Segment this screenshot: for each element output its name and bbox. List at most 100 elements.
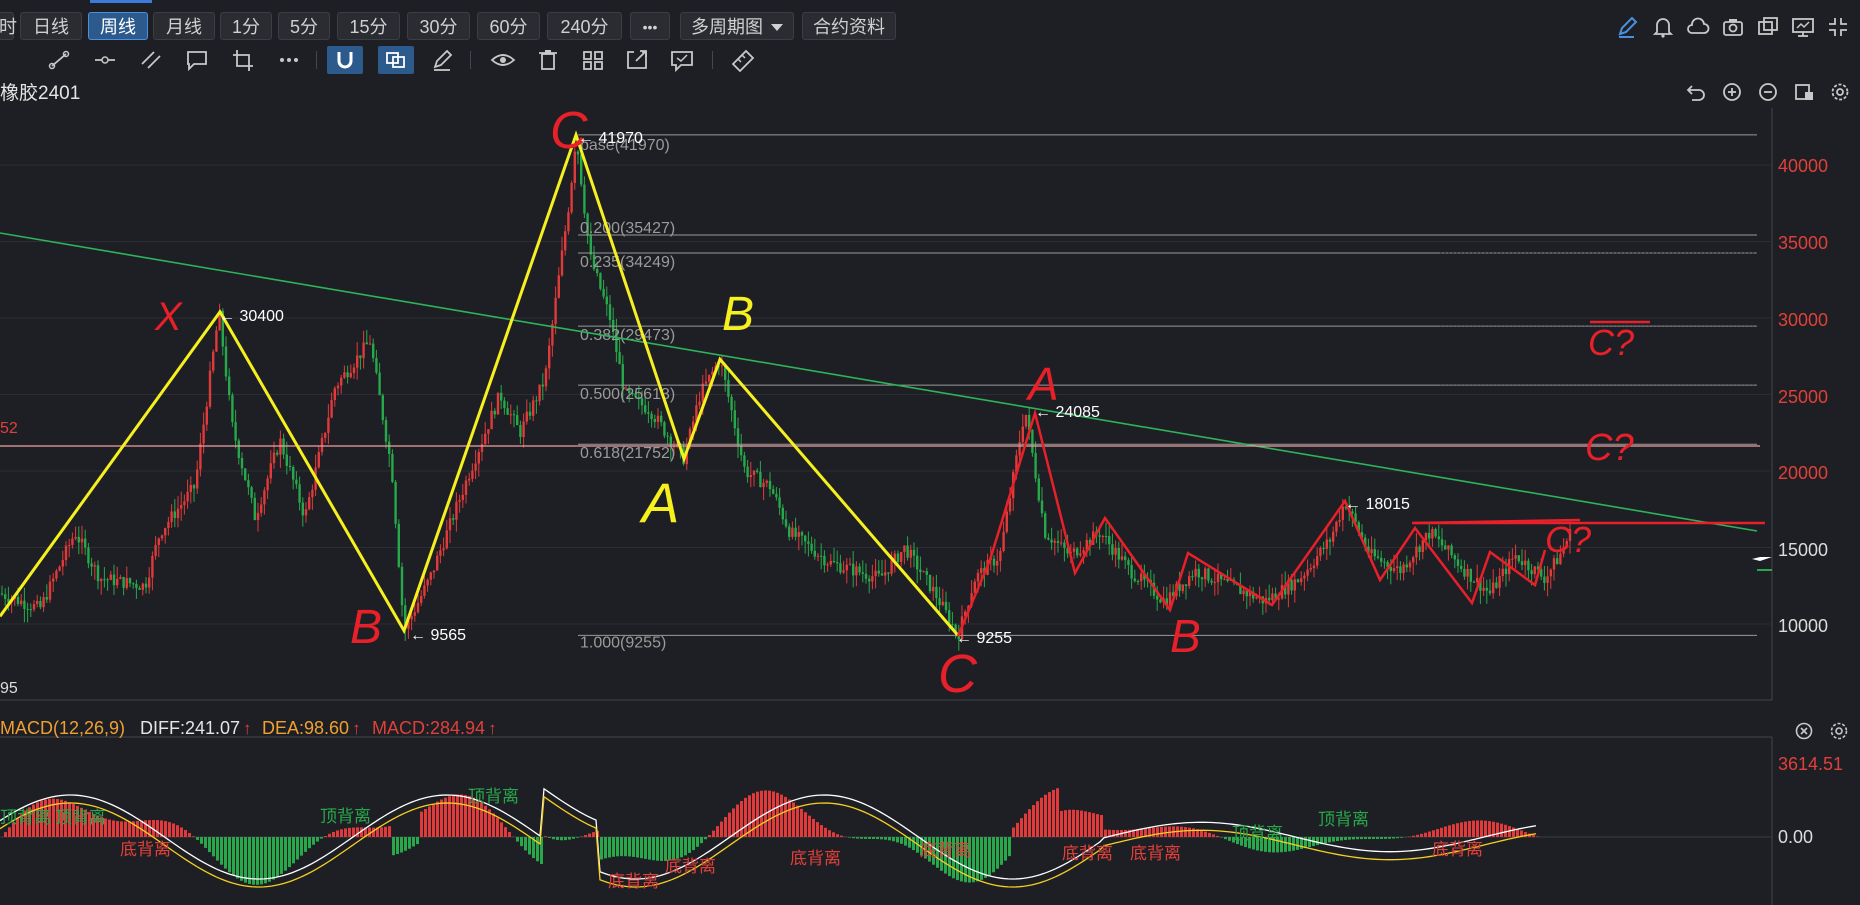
label-9255: ← 9255 [956, 630, 1012, 647]
macd-bar [1040, 797, 1043, 837]
macd-bar [1100, 815, 1103, 837]
tick-25000: 25000 [1778, 387, 1828, 407]
macd-bar [1480, 820, 1483, 837]
candle-body [1495, 582, 1498, 588]
macd-bar [1452, 824, 1455, 837]
candle-body [0, 593, 4, 595]
annotation-c-q3: C? [1545, 519, 1591, 560]
macd-bar [580, 836, 583, 837]
candle-body [215, 330, 218, 352]
candle-body [852, 563, 855, 576]
macd-bar [244, 837, 247, 883]
candle-body [727, 379, 730, 397]
macd-bar [296, 837, 299, 860]
macd-bottom-divergence-label: 底背离 [920, 841, 971, 860]
candle-body [263, 490, 266, 505]
macd-bar [280, 837, 283, 874]
candle-body [560, 250, 564, 276]
candle-body [250, 487, 253, 498]
candle-body [644, 405, 647, 413]
macd-bar [632, 837, 635, 857]
candle-body [186, 492, 189, 502]
macd-bar [216, 837, 219, 861]
candle-body [1370, 549, 1373, 554]
candle-body [1210, 580, 1213, 583]
macd-bar [516, 837, 519, 842]
candle-body [784, 519, 788, 527]
candle-body [1120, 556, 1124, 560]
candle-body [429, 572, 432, 580]
macd-bar [264, 837, 267, 884]
candle-body [746, 466, 749, 478]
annotation-c-q1: C? [1588, 322, 1634, 363]
candle-body [196, 469, 199, 489]
candle-body [272, 452, 276, 464]
candle-body [71, 538, 74, 545]
macd-bottom-divergence-label: 底背离 [608, 872, 659, 891]
candle-body [1060, 542, 1063, 544]
candle-body [1223, 578, 1226, 580]
candle-body [698, 401, 701, 406]
candle-body [608, 304, 612, 321]
macd-bar [592, 832, 595, 837]
macd-bar [480, 802, 483, 837]
candle-body [132, 583, 135, 585]
macd-bar [400, 837, 403, 853]
macd-bar [112, 820, 115, 837]
macd-bar [1440, 827, 1443, 837]
candle-body [1418, 546, 1421, 553]
macd-bar [680, 837, 683, 858]
candle-body [365, 342, 368, 345]
candle-body [167, 522, 170, 529]
macd-bar [660, 837, 663, 861]
macd-bar [520, 837, 523, 847]
candle-body [208, 370, 212, 407]
candle-body [506, 408, 509, 415]
candle-body [759, 471, 762, 488]
macd-bar [892, 837, 895, 842]
candle-body [445, 530, 448, 549]
macd-bar [1516, 828, 1519, 837]
close-icon[interactable] [1795, 722, 1813, 740]
candle-body [109, 574, 112, 580]
annotation-a-yellow: A [639, 471, 679, 534]
candle-body [816, 555, 820, 557]
candle-body [330, 400, 333, 418]
candle-body [455, 501, 458, 520]
candle-body [532, 400, 535, 416]
annotation-b-left: B [350, 601, 382, 654]
macd-bar [1188, 827, 1191, 837]
macd-diff: DIFF:241.07 ↑ [140, 718, 252, 739]
macd-panel-controls [1795, 722, 1848, 740]
macd-bar [1032, 805, 1035, 837]
candle-body [890, 560, 893, 574]
left-label-95: 95 [0, 680, 18, 697]
candle-body [1213, 582, 1216, 584]
candle-body [1376, 556, 1380, 558]
macd-bar [248, 837, 251, 884]
candle-body [1485, 587, 1488, 591]
candle-body [228, 376, 231, 396]
candle-body [829, 560, 832, 565]
candle-body [157, 538, 160, 545]
left-label-52: 52 [0, 420, 18, 437]
overlay-lines [0, 232, 1765, 532]
candle-body [1392, 568, 1396, 572]
label-18015: ← 18015 [1345, 496, 1410, 513]
candle-body [1533, 566, 1536, 575]
candle-body [48, 581, 52, 600]
candle-body [663, 422, 666, 436]
candle-body [349, 372, 352, 378]
candle-body [160, 535, 164, 539]
candle-body [1437, 536, 1440, 540]
macd-bar [1364, 837, 1367, 840]
macd-bar [1388, 837, 1391, 839]
fibonacci-levels: base(41970)0.200(35427)0.235(34249)0.382… [578, 134, 1757, 651]
macd-bar [720, 821, 723, 837]
price-chart[interactable]: base(41970)0.200(35427)0.235(34249)0.382… [0, 0, 1860, 905]
gear-icon[interactable] [1830, 722, 1848, 740]
candle-body [384, 420, 388, 442]
macd-bar [1180, 826, 1183, 837]
macd-bar [820, 825, 823, 837]
macd-bar [704, 837, 707, 840]
